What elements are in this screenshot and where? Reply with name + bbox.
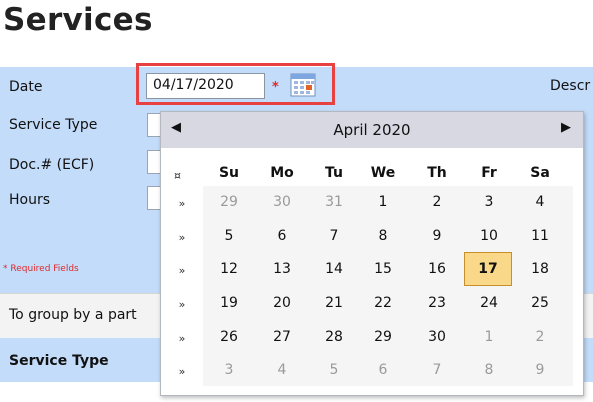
calendar-day[interactable]: 1 [365,189,401,215]
weekday-mon: Mo [270,165,294,181]
column-header-service-type[interactable]: Service Type [9,353,109,369]
calendar-day[interactable]: 12 [211,256,247,282]
description-label: Descr [550,78,591,94]
calendar-day[interactable]: 29 [211,189,247,215]
calendar-day[interactable]: 3 [471,189,507,215]
week-select-arrow[interactable]: » [173,332,191,345]
calendar-day[interactable]: 15 [365,256,401,282]
date-label: Date [9,79,43,95]
calendar-day[interactable]: 21 [316,290,352,316]
calendar-day[interactable]: 1 [471,324,507,350]
weekday-wed: We [370,165,396,181]
date-picker-header: ◀ April 2020 ▶ [161,112,583,148]
week-select-arrow[interactable]: » [173,365,191,378]
calendar-day[interactable]: 4 [264,357,300,383]
next-month-icon[interactable]: ▶ [561,120,571,135]
calendar-day[interactable]: 31 [316,189,352,215]
calendar-day[interactable]: 30 [264,189,300,215]
calendar-day[interactable]: 28 [316,324,352,350]
calendar-day[interactable]: 18 [522,256,558,282]
calendar-day[interactable]: 16 [419,256,455,282]
weekday-thu: Th [427,165,447,181]
calendar-day[interactable]: 22 [365,290,401,316]
calendar-day[interactable]: 23 [419,290,455,316]
calendar-day[interactable]: 8 [365,223,401,249]
calendar-day-selected[interactable]: 17 [464,252,512,286]
week-select-arrow[interactable]: » [173,298,191,311]
calendar-day[interactable]: 4 [522,189,558,215]
calendar-day[interactable]: 14 [316,256,352,282]
weekday-tue: Tu [325,165,343,181]
weekday-sun: Su [218,165,240,181]
calendar-day[interactable]: 7 [419,357,455,383]
calendar-day[interactable]: 30 [419,324,455,350]
calendar-day[interactable]: 6 [365,357,401,383]
calendar-day[interactable]: 9 [419,223,455,249]
calendar-day[interactable]: 3 [211,357,247,383]
group-by-hint: To group by a part [9,307,137,323]
calendar-day[interactable]: 11 [522,223,558,249]
hours-label: Hours [9,192,51,208]
weekday-sat: Sa [530,165,550,181]
month-title: April 2020 [333,121,411,139]
date-picker-popup: ◀ April 2020 ▶ ¤ Su Mo Tu We Th Fr Sa » … [160,111,584,396]
week-select-arrow[interactable]: » [173,264,191,277]
calendar-day[interactable]: 13 [264,256,300,282]
calendar-day[interactable]: 8 [471,357,507,383]
page-title: Services [3,2,153,38]
doc-ecf-label: Doc.# (ECF) [9,157,95,173]
service-type-label: Service Type [9,117,98,133]
week-column-header: ¤ [174,169,181,182]
required-fields-note: * Required Fields [3,264,79,274]
calendar-day[interactable]: 2 [522,324,558,350]
calendar-day[interactable]: 7 [316,223,352,249]
calendar-day[interactable]: 6 [264,223,300,249]
calendar-day[interactable]: 24 [471,290,507,316]
calendar-day[interactable]: 25 [522,290,558,316]
weekday-fri: Fr [481,165,497,181]
days-grid-background [203,186,573,386]
calendar-day[interactable]: 2 [419,189,455,215]
date-field-highlight [136,63,335,105]
week-select-arrow[interactable]: » [173,231,191,244]
calendar-day[interactable]: 29 [365,324,401,350]
calendar-day[interactable]: 27 [264,324,300,350]
calendar-day[interactable]: 26 [211,324,247,350]
calendar-day[interactable]: 5 [211,223,247,249]
calendar-day[interactable]: 5 [316,357,352,383]
calendar-day[interactable]: 9 [522,357,558,383]
calendar-day[interactable]: 10 [471,223,507,249]
calendar-day[interactable]: 19 [211,290,247,316]
week-select-arrow[interactable]: » [173,197,191,210]
calendar-day[interactable]: 20 [264,290,300,316]
